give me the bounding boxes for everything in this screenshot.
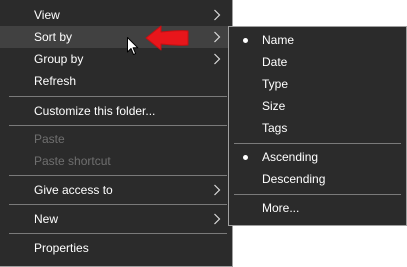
sort-option-more-label: More... (262, 201, 300, 215)
sort-option-type[interactable]: Type (229, 73, 406, 95)
sort-option-more[interactable]: More... (229, 197, 406, 219)
menu-item-view[interactable]: View (0, 4, 232, 26)
menu-separator (9, 125, 227, 126)
sort-option-type-label: Type (262, 77, 289, 91)
mouse-cursor-icon (127, 37, 139, 55)
menu-item-paste-label: Paste (34, 132, 65, 146)
menu-separator (9, 233, 227, 234)
menu-item-give-access-label: Give access to (34, 183, 113, 197)
menu-item-group-by-label: Group by (34, 52, 84, 66)
chevron-right-icon (214, 53, 221, 65)
menu-item-paste: Paste (0, 128, 232, 150)
menu-separator (9, 175, 227, 176)
bullet-icon (243, 38, 248, 43)
sort-order-descending[interactable]: Descending (229, 168, 406, 190)
red-arrow-icon (145, 25, 189, 51)
menu-item-refresh-label: Refresh (34, 74, 77, 88)
sort-option-tags-label: Tags (262, 121, 288, 135)
menu-item-refresh[interactable]: Refresh (0, 70, 232, 92)
context-menu: View Sort by Group by Refresh Customize … (0, 0, 233, 267)
menu-item-properties-label: Properties (34, 241, 89, 255)
menu-item-give-access[interactable]: Give access to (0, 179, 232, 201)
menu-separator (234, 143, 401, 144)
menu-item-paste-shortcut: Paste shortcut (0, 150, 232, 172)
menu-item-sort-by[interactable]: Sort by (0, 26, 232, 48)
menu-item-customize-folder-label: Customize this folder... (34, 104, 156, 118)
sort-order-ascending-label: Ascending (262, 150, 319, 164)
menu-separator (234, 194, 401, 195)
menu-item-group-by[interactable]: Group by (0, 48, 232, 70)
menu-item-sort-by-label: Sort by (34, 30, 73, 44)
sort-option-size[interactable]: Size (229, 95, 406, 117)
menu-item-customize-folder[interactable]: Customize this folder... (0, 100, 232, 122)
menu-separator (9, 96, 227, 97)
sort-option-size-label: Size (262, 99, 286, 113)
sort-option-tags[interactable]: Tags (229, 117, 406, 139)
sort-option-name-label: Name (262, 33, 295, 47)
menu-separator (9, 204, 227, 205)
chevron-right-icon (214, 31, 221, 43)
sort-order-descending-label: Descending (262, 172, 326, 186)
sort-option-date[interactable]: Date (229, 51, 406, 73)
chevron-right-icon (214, 9, 221, 21)
sort-option-date-label: Date (262, 55, 288, 69)
chevron-right-icon (214, 213, 221, 225)
menu-item-paste-shortcut-label: Paste shortcut (34, 154, 111, 168)
chevron-right-icon (214, 184, 221, 196)
bullet-icon (243, 155, 248, 160)
menu-item-new[interactable]: New (0, 208, 232, 230)
sort-by-submenu: Name Date Type Size Tags Ascending Desce… (228, 26, 407, 226)
sort-order-ascending[interactable]: Ascending (229, 146, 406, 168)
menu-item-properties[interactable]: Properties (0, 237, 232, 259)
menu-item-view-label: View (34, 8, 60, 22)
sort-option-name[interactable]: Name (229, 29, 406, 51)
menu-item-new-label: New (34, 212, 59, 226)
